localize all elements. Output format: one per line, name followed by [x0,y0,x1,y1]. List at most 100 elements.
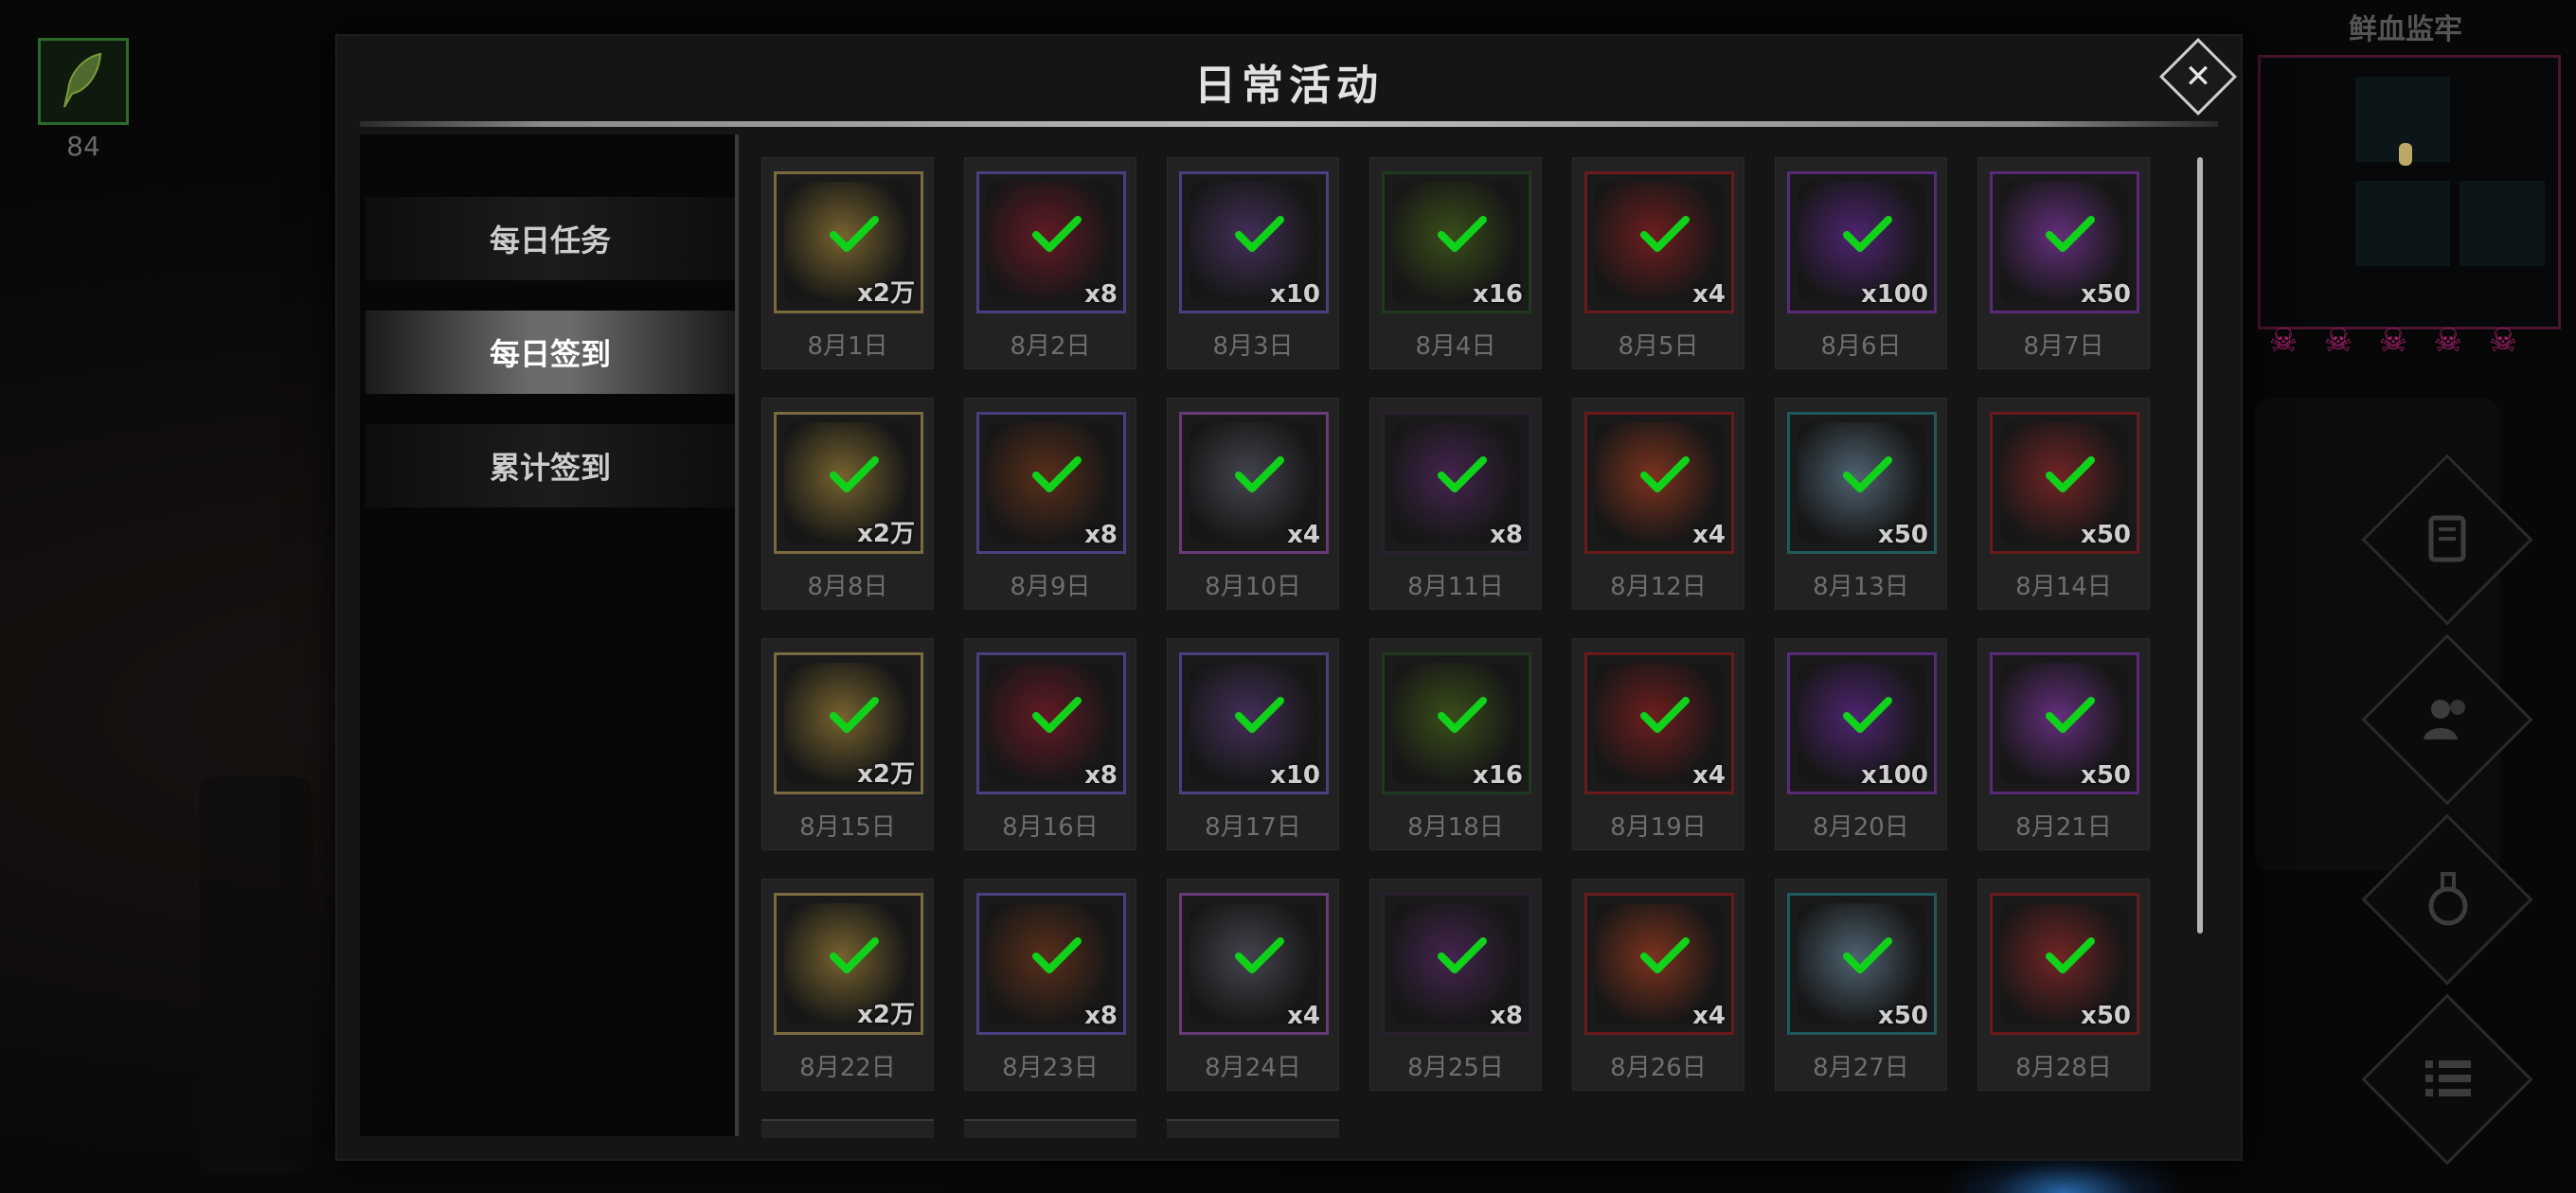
reward-quantity: x4 [1692,521,1726,549]
checkin-day-card[interactable]: x50 8月13日 [1775,398,1947,610]
checkin-day-card[interactable]: x50 8月27日 [1775,879,1947,1091]
checkmark-icon [830,216,879,252]
reward-quantity: x8 [1084,761,1118,790]
checkin-day-card[interactable]: x8 8月9日 [964,398,1136,610]
checkin-day-card[interactable]: x16 8月18日 [1369,638,1542,850]
checkin-day-card[interactable] [1167,1119,1339,1138]
checkin-day-card[interactable]: x100 8月20日 [1775,638,1947,850]
checkin-day-card[interactable]: x10 8月3日 [1167,157,1339,369]
checkin-date: 8月13日 [1813,573,1909,601]
checkin-day-card[interactable]: x50 8月21日 [1977,638,2150,850]
reward-quantity: x8 [1490,1002,1523,1030]
checkin-day-card[interactable]: x2万 8月15日 [761,638,934,850]
checkin-day-card[interactable]: x2万 8月22日 [761,879,934,1091]
close-icon[interactable]: ✕ [2171,49,2226,104]
checkmark-icon [1032,937,1082,973]
reward-quantity: x8 [1490,521,1523,549]
reward-quantity: x10 [1270,761,1320,790]
checkin-day-card[interactable]: x2万 8月8日 [761,398,934,610]
checkin-day-card[interactable]: x50 8月7日 [1977,157,2150,369]
reward-item-slot: x50 [1990,893,2139,1035]
checkin-day-card[interactable] [964,1119,1136,1138]
player-item-count: 84 [66,131,100,162]
reward-quantity: x2万 [857,1001,915,1029]
checkin-day-card[interactable] [761,1119,934,1138]
reward-item-slot: x50 [1990,171,2139,313]
checkin-date: 8月20日 [1813,813,1909,842]
checkmark-icon [830,697,879,733]
green-feather-icon [63,52,102,108]
checkin-day-card[interactable]: x100 8月6日 [1775,157,1947,369]
party-icon [2406,676,2491,761]
player-marker [2399,143,2412,166]
background-pillar [2254,398,2500,871]
daily-activity-modal: 日常活动 ✕ 每日任务 每日签到 累计签到 x2万 8月1日 x8 8月2日 x10 8月… [335,34,2243,1161]
checkmark-icon [1235,456,1284,492]
checkin-date: 8月15日 [799,813,896,842]
checkmark-icon [1235,697,1284,733]
skull-counter: ☠ ☠ ☠ ☠ ☠ [2265,322,2521,360]
reward-item-slot: x4 [1584,171,1734,313]
modal-title: 日常活动 [1194,62,1384,110]
checkmark-icon [2046,456,2095,492]
reward-item-slot: x2万 [774,171,923,313]
scrollbar-thumb[interactable] [2197,157,2203,934]
reward-item-slot: x100 [1787,652,1937,794]
tab-daily-checkin[interactable]: 每日签到 [366,311,735,394]
checkin-grid: x2万 8月1日 x8 8月2日 x10 8月3日 x16 8月4日 x4 8月5日 x100 8月6… [761,157,2210,1163]
checkin-date: 8月16日 [1002,813,1099,842]
checkmark-icon [1843,697,1892,733]
checkin-day-card[interactable]: x2万 8月1日 [761,157,934,369]
reward-item-slot: x2万 [774,412,923,554]
tab-label: 每日签到 [489,336,611,372]
checkin-day-card[interactable]: x10 8月17日 [1167,638,1339,850]
reward-item-slot: x16 [1382,171,1531,313]
checkin-day-card[interactable]: x8 8月23日 [964,879,1136,1091]
header-divider [360,121,2218,127]
checkin-day-card[interactable]: x50 8月14日 [1977,398,2150,610]
checkin-day-card[interactable]: x4 8月19日 [1572,638,1744,850]
checkin-date: 8月2日 [1010,332,1091,361]
checkin-date: 8月1日 [807,332,888,361]
reward-item-slot: x2万 [774,893,923,1035]
checkmark-icon [1235,937,1284,973]
checkin-day-card[interactable]: x8 8月11日 [1369,398,1542,610]
checkin-day-card[interactable]: x8 8月2日 [964,157,1136,369]
checkin-date: 8月21日 [2015,813,2112,842]
checkin-date: 8月23日 [1002,1054,1099,1082]
checkmark-icon [1640,456,1690,492]
checkin-date: 8月10日 [1205,573,1301,601]
checkin-day-card[interactable]: x4 8月12日 [1572,398,1744,610]
minimap[interactable] [2258,55,2561,329]
modal-header: 日常活动 ✕ [337,36,2241,127]
checkin-day-card[interactable]: x4 8月5日 [1572,157,1744,369]
checkin-date: 8月24日 [1205,1054,1301,1082]
reward-item-slot: x10 [1179,652,1329,794]
checkin-day-card[interactable]: x8 8月25日 [1369,879,1542,1091]
tab-cumulative-checkin[interactable]: 累计签到 [366,424,735,507]
checkin-day-card[interactable]: x8 8月16日 [964,638,1136,850]
reward-item-slot: x50 [1990,652,2139,794]
reward-item-slot: x4 [1584,652,1734,794]
checkin-day-card[interactable]: x50 8月28日 [1977,879,2150,1091]
checkin-day-card[interactable]: x16 8月4日 [1369,157,1542,369]
checkmark-icon [1032,216,1082,252]
reward-quantity: x4 [1287,521,1320,549]
checkin-date: 8月5日 [1618,332,1699,361]
checkmark-icon [1032,456,1082,492]
tab-daily-tasks[interactable]: 每日任务 [366,197,735,280]
checkin-date: 8月28日 [2015,1054,2112,1082]
checkmark-icon [2046,697,2095,733]
checkin-date: 8月11日 [1407,573,1504,601]
player-item-slot[interactable] [38,38,129,125]
checkin-day-card[interactable]: x4 8月26日 [1572,879,1744,1091]
checkmark-icon [1032,697,1082,733]
checkin-date: 8月18日 [1407,813,1504,842]
checkin-day-card[interactable]: x4 8月24日 [1167,879,1339,1091]
minimap-title: 鲜血监牢 [2349,13,2462,46]
checkin-date: 8月27日 [1813,1054,1909,1082]
checkin-day-card[interactable]: x4 8月10日 [1167,398,1339,610]
reward-item-slot: x8 [1382,893,1531,1035]
checkin-date: 8月14日 [2015,573,2112,601]
checkmark-icon [1438,216,1487,252]
